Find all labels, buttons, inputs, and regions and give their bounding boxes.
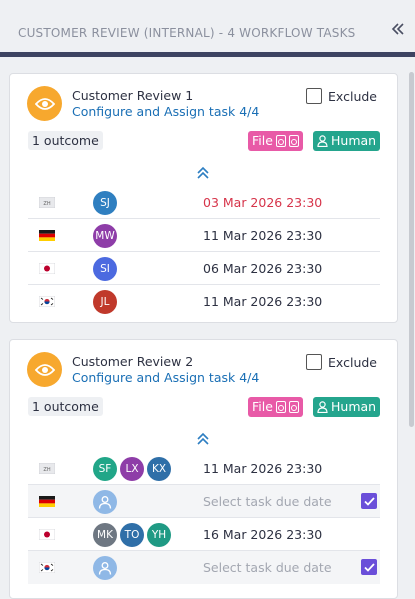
due-date[interactable]: 11 Mar 2026 23:30 (203, 461, 322, 476)
exclude-label: Exclude (328, 354, 377, 370)
svg-text:ZH: ZH (43, 201, 50, 207)
table-row: ZH SJ 03 Mar 2026 23:30 (28, 186, 380, 219)
checkbox-box[interactable] (306, 354, 323, 370)
avatar[interactable]: JL (93, 290, 117, 314)
table-row: Select task due date (28, 551, 380, 584)
exclude-checkbox[interactable]: Exclude (306, 88, 377, 104)
avatar[interactable]: TO (120, 523, 144, 547)
file-icon (275, 401, 286, 413)
user-icon (317, 135, 328, 147)
korea-flag-icon (39, 562, 55, 573)
due-date[interactable]: 16 Mar 2026 23:30 (203, 527, 322, 542)
avatar[interactable]: SI (93, 257, 117, 281)
file-icon (275, 135, 286, 147)
checkbox-box[interactable] (306, 88, 323, 104)
svg-text:ZH: ZH (43, 467, 50, 473)
japan-flag-icon (39, 263, 55, 274)
table-row: JL 11 Mar 2026 23:30 (28, 285, 380, 318)
task-card-2: Customer Review 2 Configure and Assign t… (9, 339, 398, 599)
table-row: SI 06 Mar 2026 23:30 (28, 252, 380, 285)
file-icon (288, 401, 299, 413)
outcome-badge: 1 outcome (28, 397, 103, 416)
outcome-badge: 1 outcome (28, 131, 103, 150)
task-card-1: Customer Review 1 Configure and Assign t… (9, 73, 398, 323)
check-icon (363, 562, 375, 572)
assignment-rows: ZH SJ 03 Mar 2026 23:30 MW 11 Mar 2026 2… (28, 186, 380, 318)
due-date-placeholder[interactable]: Select task due date (203, 494, 332, 509)
file-tag: File (248, 397, 303, 417)
configure-assign-link[interactable]: Configure and Assign task 4/4 (72, 370, 259, 385)
file-tag-label: File (252, 133, 273, 148)
korea-flag-icon (39, 296, 55, 307)
avatar[interactable]: MK (93, 523, 117, 547)
human-tag: Human (313, 131, 381, 151)
double-chevron-up-icon[interactable] (196, 431, 210, 445)
human-tag-label: Human (331, 399, 377, 414)
japan-flag-icon (39, 529, 55, 540)
exclude-label: Exclude (328, 88, 377, 104)
table-row: ZH SF LX KX 11 Mar 2026 23:30 (28, 452, 380, 485)
due-date[interactable]: 03 Mar 2026 23:30 (203, 195, 322, 210)
avatar[interactable]: SJ (93, 191, 117, 215)
user-icon (317, 401, 328, 413)
table-row: MW 11 Mar 2026 23:30 (28, 219, 380, 252)
avatar[interactable]: LX (120, 457, 144, 481)
germany-flag-icon (39, 496, 55, 507)
table-row: MK TO YH 16 Mar 2026 23:30 (28, 518, 380, 551)
add-assignee-icon[interactable] (93, 490, 117, 514)
china-flag-icon: ZH (39, 197, 55, 208)
panel-header: CUSTOMER REVIEW (INTERNAL) - 4 WORKFLOW … (0, 0, 415, 57)
check-icon (363, 496, 375, 506)
due-date[interactable]: 11 Mar 2026 23:30 (203, 228, 322, 243)
table-row: Select task due date (28, 485, 380, 518)
file-icon (288, 135, 299, 147)
avatar[interactable]: KX (147, 457, 171, 481)
double-chevron-up-icon[interactable] (196, 165, 210, 179)
germany-flag-icon (39, 230, 55, 241)
eye-icon (27, 86, 62, 121)
avatar[interactable]: YH (147, 523, 171, 547)
checked-checkbox[interactable] (361, 493, 377, 509)
due-date-placeholder[interactable]: Select task due date (203, 560, 332, 575)
task-name: Customer Review 1 (72, 88, 194, 103)
task-name: Customer Review 2 (72, 354, 194, 369)
avatar[interactable]: MW (93, 224, 117, 248)
avatar[interactable]: SF (93, 457, 117, 481)
add-assignee-icon[interactable] (93, 556, 117, 580)
eye-icon (27, 352, 62, 387)
file-tag: File (248, 131, 303, 151)
due-date[interactable]: 11 Mar 2026 23:30 (203, 294, 322, 309)
china-flag-icon: ZH (39, 463, 55, 474)
checked-checkbox[interactable] (361, 559, 377, 575)
double-chevron-left-icon[interactable] (391, 20, 405, 41)
exclude-checkbox[interactable]: Exclude (306, 354, 377, 370)
human-tag-label: Human (331, 133, 377, 148)
human-tag: Human (313, 397, 381, 417)
panel-title: CUSTOMER REVIEW (INTERNAL) - 4 WORKFLOW … (18, 26, 356, 40)
file-tag-label: File (252, 399, 273, 414)
due-date[interactable]: 06 Mar 2026 23:30 (203, 261, 322, 276)
scrollbar[interactable] (409, 72, 414, 427)
assignment-rows: ZH SF LX KX 11 Mar 2026 23:30 Select tas… (28, 452, 380, 584)
configure-assign-link[interactable]: Configure and Assign task 4/4 (72, 104, 259, 119)
